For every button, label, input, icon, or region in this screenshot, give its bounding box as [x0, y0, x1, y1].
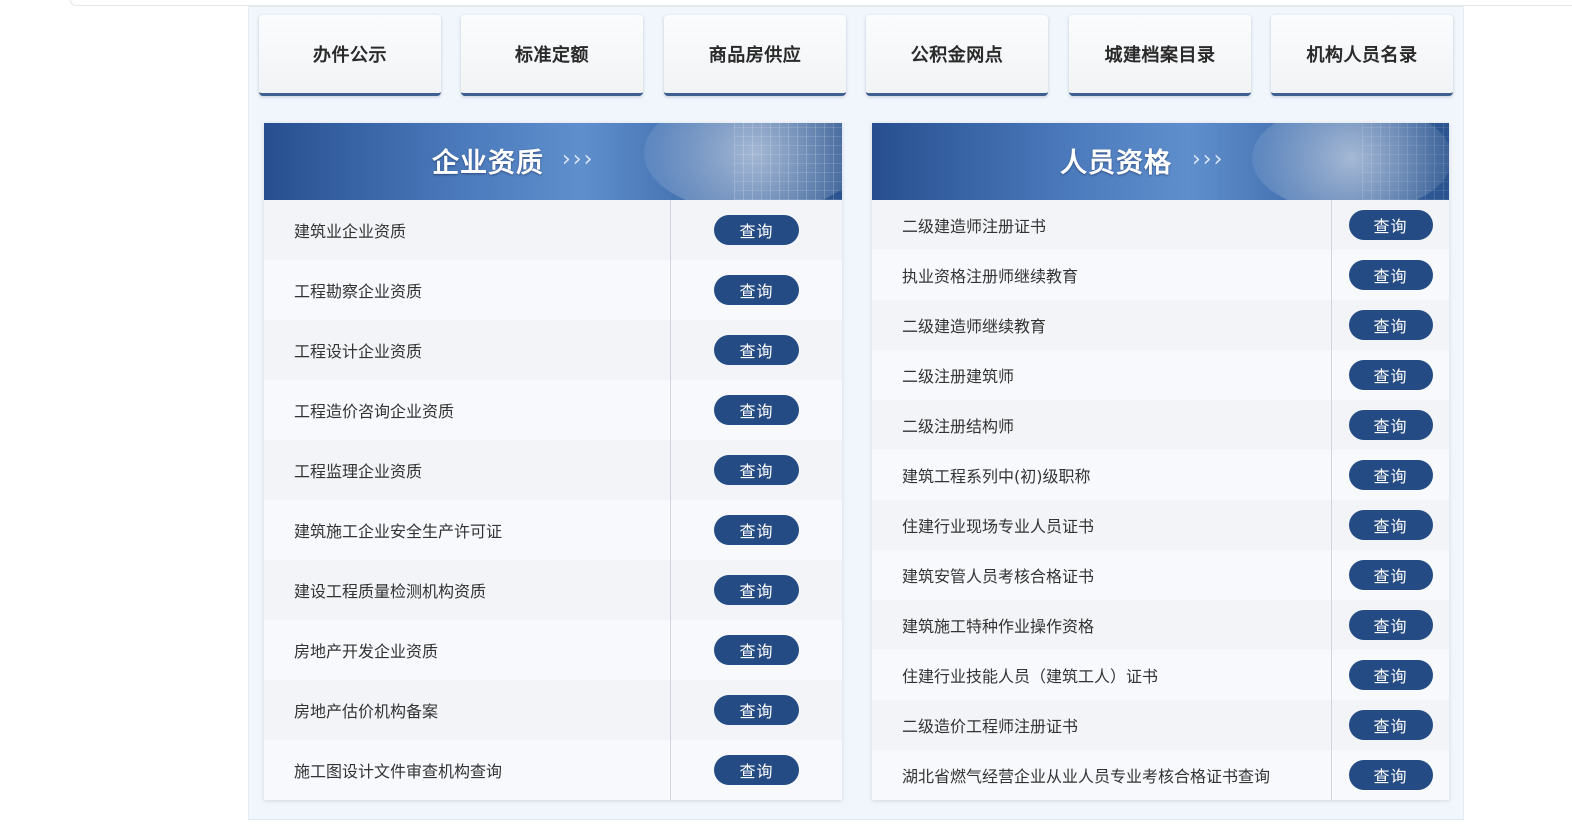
query-button[interactable]: 查询	[714, 275, 799, 305]
list-item: 执业资格注册师继续教育 查询	[872, 250, 1449, 300]
item-label: 建设工程质量检测机构资质	[264, 560, 671, 620]
query-button[interactable]: 查询	[714, 335, 799, 365]
enterprise-banner: 企业资质 ›››	[264, 123, 842, 200]
list-item: 住建行业现场专业人员证书 查询	[872, 500, 1449, 550]
query-button[interactable]: 查询	[1348, 560, 1433, 590]
list-item: 工程造价咨询企业资质 查询	[264, 380, 842, 440]
item-label: 二级注册结构师	[872, 400, 1332, 450]
item-label: 二级造价工程师注册证书	[872, 700, 1332, 750]
query-button[interactable]: 查询	[714, 215, 799, 245]
query-button[interactable]: 查询	[714, 755, 799, 785]
item-label: 房地产估价机构备案	[264, 680, 671, 740]
building-grid-decoration	[734, 123, 842, 200]
list-item: 二级注册结构师 查询	[872, 400, 1449, 450]
item-label: 住建行业现场专业人员证书	[872, 500, 1332, 550]
personnel-qualification-card: 人员资格 ››› 二级建造师注册证书 查询 执业资格注册师继续教育 查询 二级建造师…	[872, 123, 1449, 800]
list-item: 建设工程质量检测机构资质 查询	[264, 560, 842, 620]
list-item: 建筑施工企业安全生产许可证 查询	[264, 500, 842, 560]
tab-gongjijin-wangdian[interactable]: 公积金网点	[866, 15, 1048, 96]
item-label: 建筑安管人员考核合格证书	[872, 550, 1332, 600]
list-item: 湖北省燃气经营企业从业人员专业考核合格证书查询 查询	[872, 750, 1449, 800]
item-label: 湖北省燃气经营企业从业人员专业考核合格证书查询	[872, 750, 1332, 800]
chart-lines-decoration	[1362, 123, 1449, 200]
query-button[interactable]: 查询	[714, 395, 799, 425]
list-item: 施工图设计文件审查机构查询 查询	[264, 740, 842, 800]
item-label: 工程设计企业资质	[264, 320, 671, 380]
personnel-banner: 人员资格 ›››	[872, 123, 1449, 200]
item-label: 工程造价咨询企业资质	[264, 380, 671, 440]
list-item: 建筑施工特种作业操作资格 查询	[872, 600, 1449, 650]
list-item: 工程监理企业资质 查询	[264, 440, 842, 500]
query-button[interactable]: 查询	[1348, 460, 1433, 490]
list-item: 工程勘察企业资质 查询	[264, 260, 842, 320]
enterprise-title: 企业资质	[432, 148, 544, 179]
tab-shangpinfang-gongying[interactable]: 商品房供应	[664, 15, 846, 96]
query-button[interactable]: 查询	[1348, 410, 1433, 440]
list-item: 建筑安管人员考核合格证书 查询	[872, 550, 1449, 600]
query-button[interactable]: 查询	[714, 515, 799, 545]
tab-chengjian-dangan[interactable]: 城建档案目录	[1069, 15, 1251, 96]
list-item: 二级造价工程师注册证书 查询	[872, 700, 1449, 750]
personnel-list: 二级建造师注册证书 查询 执业资格注册师继续教育 查询 二级建造师继续教育 查询 二级…	[872, 200, 1449, 800]
query-button[interactable]: 查询	[1348, 310, 1433, 340]
personnel-title: 人员资格	[1060, 148, 1172, 179]
list-item: 房地产开发企业资质 查询	[264, 620, 842, 680]
query-button[interactable]: 查询	[1348, 660, 1433, 690]
list-item: 二级建造师注册证书 查询	[872, 200, 1449, 250]
item-label: 建筑施工特种作业操作资格	[872, 600, 1332, 650]
item-label: 工程监理企业资质	[264, 440, 671, 500]
query-button[interactable]: 查询	[714, 635, 799, 665]
list-item: 二级注册建筑师 查询	[872, 350, 1449, 400]
query-button[interactable]: 查询	[714, 695, 799, 725]
list-item: 住建行业技能人员（建筑工人）证书 查询	[872, 650, 1449, 700]
query-button[interactable]: 查询	[1348, 210, 1433, 240]
item-label: 建筑工程系列中(初)级职称	[872, 450, 1332, 500]
item-label: 房地产开发企业资质	[264, 620, 671, 680]
query-button[interactable]: 查询	[1348, 710, 1433, 740]
list-item: 二级建造师继续教育 查询	[872, 300, 1449, 350]
item-label: 二级建造师继续教育	[872, 300, 1332, 350]
enterprise-qualification-card: 企业资质 ››› 建筑业企业资质 查询 工程勘察企业资质 查询 工程设计企业资质 查询…	[264, 123, 842, 800]
list-item: 建筑工程系列中(初)级职称 查询	[872, 450, 1449, 500]
enterprise-list: 建筑业企业资质 查询 工程勘察企业资质 查询 工程设计企业资质 查询 工程造价咨询企业…	[264, 200, 842, 800]
query-button[interactable]: 查询	[1348, 610, 1433, 640]
content-panel: 办件公示 标准定额 商品房供应 公积金网点 城建档案目录 机构人员名录 企业资质…	[248, 6, 1464, 820]
list-item: 建筑业企业资质 查询	[264, 200, 842, 260]
tab-bangjian-gongshi[interactable]: 办件公示	[259, 15, 441, 96]
item-label: 建筑施工企业安全生产许可证	[264, 500, 671, 560]
item-label: 施工图设计文件审查机构查询	[264, 740, 671, 800]
item-label: 执业资格注册师继续教育	[872, 250, 1332, 300]
item-label: 住建行业技能人员（建筑工人）证书	[872, 650, 1332, 700]
item-label: 二级注册建筑师	[872, 350, 1332, 400]
query-button[interactable]: 查询	[1348, 360, 1433, 390]
chevrons-icon: ›››	[1192, 147, 1225, 172]
query-button[interactable]: 查询	[1348, 260, 1433, 290]
query-button[interactable]: 查询	[714, 575, 799, 605]
tab-biaozhun-dinge[interactable]: 标准定额	[461, 15, 643, 96]
query-button[interactable]: 查询	[714, 455, 799, 485]
item-label: 二级建造师注册证书	[872, 200, 1332, 250]
query-button[interactable]: 查询	[1348, 510, 1433, 540]
tab-jigou-renyuan[interactable]: 机构人员名录	[1271, 15, 1453, 96]
list-item: 房地产估价机构备案 查询	[264, 680, 842, 740]
chevrons-icon: ›››	[562, 147, 595, 172]
list-item: 工程设计企业资质 查询	[264, 320, 842, 380]
item-label: 建筑业企业资质	[264, 200, 671, 260]
query-button[interactable]: 查询	[1348, 760, 1433, 790]
item-label: 工程勘察企业资质	[264, 260, 671, 320]
